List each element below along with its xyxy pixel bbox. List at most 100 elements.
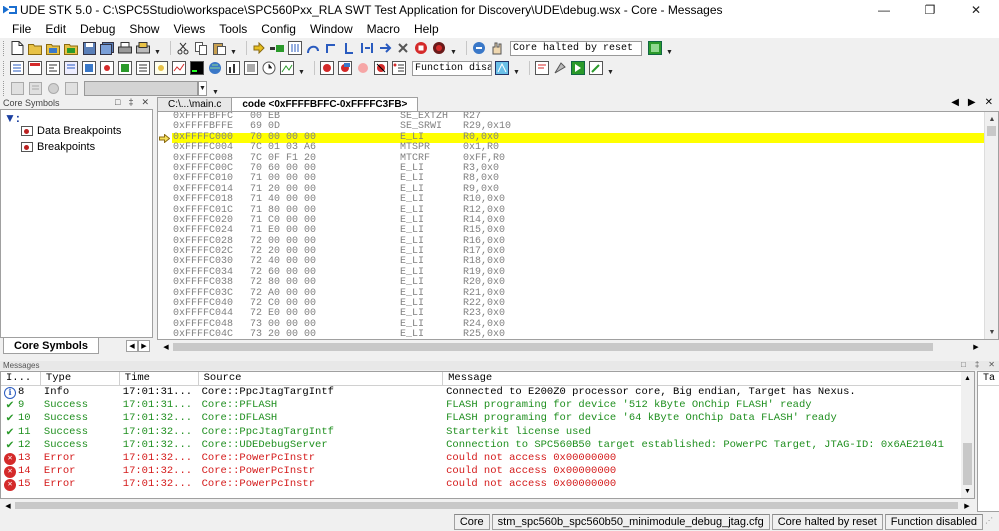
graph-view-icon[interactable] <box>279 60 295 76</box>
toolbar-overflow-icon[interactable]: ▼ <box>229 40 238 56</box>
menu-views[interactable]: Views <box>166 22 212 36</box>
toolbar-grip[interactable] <box>3 40 6 56</box>
run-to-icon[interactable] <box>269 40 285 56</box>
pane-close-icon[interactable]: ✕ <box>988 360 995 369</box>
scroll-left-icon[interactable]: ◀ <box>2 499 14 512</box>
terminal-view-icon[interactable] <box>189 60 205 76</box>
column-type[interactable]: Type <box>41 372 120 385</box>
code-tab-next-icon[interactable]: ▶ <box>968 97 976 108</box>
scroll-up-icon[interactable]: ▲ <box>961 372 974 385</box>
scroll-right-icon[interactable]: ▶ <box>961 499 973 512</box>
tab-main-c[interactable]: C:\...\main.c <box>157 97 233 111</box>
save-all-icon[interactable] <box>99 40 115 56</box>
messages-vertical-scrollbar[interactable]: ▲ ▼ <box>961 372 974 498</box>
code-line[interactable]: 0xFFFFBFFC 00 EB SE_EXTZH R27 <box>172 112 984 122</box>
column-message[interactable]: Message <box>443 372 974 385</box>
menu-tools[interactable]: Tools <box>212 22 254 36</box>
open-folder-icon[interactable] <box>27 40 43 56</box>
menu-show[interactable]: Show <box>122 22 166 36</box>
toolbar-overflow-icon[interactable]: ▼ <box>606 60 615 76</box>
bp-disable-icon[interactable] <box>355 60 371 76</box>
source-view-icon[interactable] <box>27 60 43 76</box>
watch-view-icon[interactable] <box>99 60 115 76</box>
scroll-down-icon[interactable]: ▼ <box>961 485 974 498</box>
menu-file[interactable]: File <box>5 22 38 36</box>
pane-pin-icon[interactable]: ‡ <box>975 360 979 369</box>
disassembly-view[interactable]: 0xFFFFBFFC 00 EB SE_EXTZH R27 0xFFFFBFFE 69 0… <box>157 111 999 340</box>
messages-horizontal-scrollbar[interactable]: ◀ ▶ <box>0 499 975 512</box>
scroll-up-icon[interactable]: ▲ <box>985 112 998 126</box>
minimize-button[interactable]: — <box>861 0 907 19</box>
close-button[interactable]: ✕ <box>953 0 999 19</box>
macro-record-icon[interactable] <box>552 60 568 76</box>
message-row[interactable]: ✔ 9 Success 17:01:31... Core::PFLASH FLASH pr… <box>1 399 974 412</box>
cut-icon[interactable] <box>175 40 191 56</box>
step-into-icon[interactable] <box>287 40 303 56</box>
message-row[interactable]: i 8 Info 17:01:31... Core::PpcJtagTargIntf Co… <box>1 386 974 399</box>
menu-macro[interactable]: Macro <box>360 22 407 36</box>
resize-grip-icon[interactable]: ⋰ <box>985 516 997 528</box>
scroll-left-icon[interactable]: ◀ <box>159 340 173 354</box>
profile-view-icon[interactable] <box>225 60 241 76</box>
coverage-view-icon[interactable] <box>243 60 259 76</box>
column-source[interactable]: Source <box>199 372 444 385</box>
message-row[interactable]: ✕ 13 Error 17:01:32... Core::PowerPcInstr cou… <box>1 452 974 465</box>
pane-close-icon[interactable]: ✕ <box>141 97 149 108</box>
code-vertical-scrollbar[interactable]: ▲ ▼ <box>984 112 998 339</box>
column-target[interactable]: Ta <box>978 372 999 386</box>
step-block-icon[interactable] <box>359 40 375 56</box>
toolbar-overflow-icon[interactable]: ▼ <box>211 80 220 96</box>
code-tab-close-icon[interactable]: ✕ <box>985 97 993 108</box>
code-view-icon[interactable] <box>45 60 61 76</box>
message-row[interactable]: ✕ 15 Error 17:01:32... Core::PowerPcInstr cou… <box>1 478 974 491</box>
open-workspace-icon[interactable] <box>45 40 61 56</box>
toolbar-overflow-icon[interactable]: ▼ <box>297 60 306 76</box>
tree-item-breakpoints[interactable]: Breakpoints <box>21 141 95 153</box>
code-gutter[interactable] <box>158 112 171 339</box>
script-icon[interactable] <box>534 60 550 76</box>
bp-clear-icon[interactable] <box>373 60 389 76</box>
print-icon[interactable] <box>117 40 133 56</box>
macro-edit-icon[interactable] <box>588 60 604 76</box>
menu-edit[interactable]: Edit <box>38 22 73 36</box>
web-view-icon[interactable] <box>207 60 223 76</box>
step-return-icon[interactable] <box>341 40 357 56</box>
scroll-thumb[interactable] <box>963 443 972 485</box>
filter-icon[interactable]: ▼: <box>4 111 20 125</box>
step-over-icon[interactable] <box>305 40 321 56</box>
memory-view-icon[interactable] <box>81 60 97 76</box>
toolbar-overflow-icon[interactable]: ▼ <box>665 40 674 56</box>
scroll-down-icon[interactable]: ▼ <box>985 325 998 339</box>
message-row[interactable]: ✔ 10 Success 17:01:32... Core::DFLASH FLASH p… <box>1 412 974 425</box>
tab-core-symbols[interactable]: Core Symbols <box>3 338 99 354</box>
function-combo[interactable]: Function disabl <box>412 60 492 76</box>
message-row[interactable]: ✔ 12 Success 17:01:32... Core::UDEDebugServe… <box>1 439 974 452</box>
timer-view-icon[interactable] <box>261 60 277 76</box>
step-instruction-icon[interactable] <box>377 40 393 56</box>
trace-view-icon[interactable] <box>171 60 187 76</box>
tab-scroll-right-icon[interactable]: ▶ <box>138 340 150 352</box>
register-view-icon[interactable] <box>63 60 79 76</box>
step-out-icon[interactable] <box>323 40 339 56</box>
break-icon[interactable] <box>413 40 429 56</box>
tab-scroll-left-icon[interactable]: ◀ <box>126 340 138 352</box>
column-id[interactable]: I... <box>1 372 41 385</box>
toolbar-overflow-icon[interactable]: ▼ <box>153 40 162 56</box>
print-setup-icon[interactable] <box>135 40 151 56</box>
locals-view-icon[interactable] <box>117 60 133 76</box>
scroll-thumb[interactable] <box>15 502 958 509</box>
message-row[interactable]: ✕ 14 Error 17:01:32... Core::PowerPcInstr cou… <box>1 465 974 478</box>
code-tab-prev-icon[interactable]: ◀ <box>951 97 959 108</box>
menu-config[interactable]: Config <box>254 22 303 36</box>
pane-float-icon[interactable]: □ <box>961 360 966 369</box>
reset-icon[interactable] <box>431 40 447 56</box>
paste-icon[interactable] <box>211 40 227 56</box>
pane-float-icon[interactable]: □ <box>115 97 120 108</box>
bp-insert-icon[interactable] <box>319 60 335 76</box>
save-icon[interactable] <box>81 40 97 56</box>
toolbar-grip[interactable] <box>3 60 6 76</box>
maximize-button[interactable]: ❐ <box>907 0 953 19</box>
callstack-view-icon[interactable] <box>135 60 151 76</box>
bp-data-icon[interactable] <box>337 60 353 76</box>
function-picker-icon[interactable] <box>494 60 510 76</box>
